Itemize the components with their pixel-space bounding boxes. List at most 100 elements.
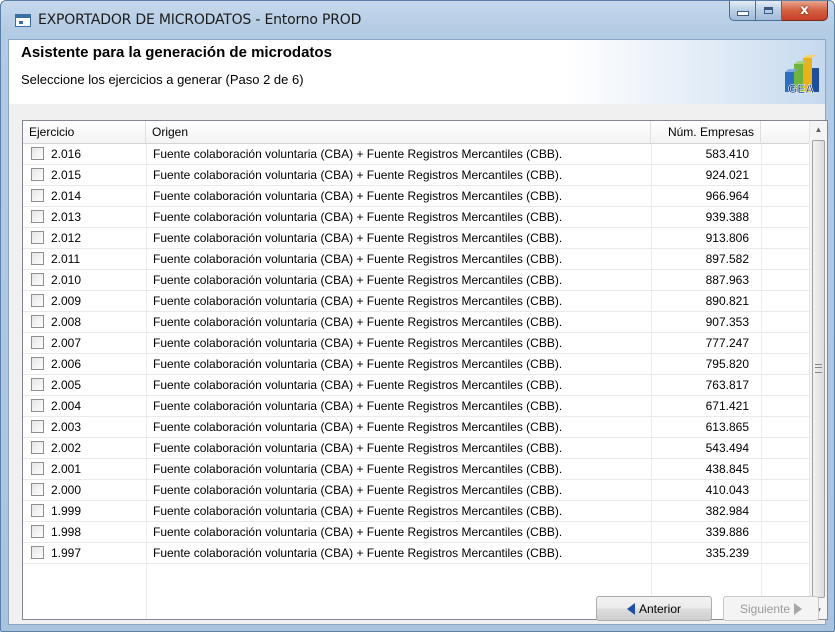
column-header-num-empresas[interactable]: Núm. Empresas bbox=[651, 121, 761, 143]
row-origin: Fuente colaboración voluntaria (CBA) + F… bbox=[153, 420, 563, 434]
vertical-scrollbar[interactable]: ▲ ▼ bbox=[809, 121, 827, 619]
row-year: 2.016 bbox=[51, 147, 82, 161]
row-origin: Fuente colaboración voluntaria (CBA) + F… bbox=[153, 546, 563, 560]
row-origin: Fuente colaboración voluntaria (CBA) + F… bbox=[153, 483, 563, 497]
row-checkbox[interactable] bbox=[31, 168, 44, 181]
row-year: 2.012 bbox=[51, 231, 82, 245]
anterior-button[interactable]: Anterior bbox=[596, 596, 712, 621]
scroll-up-arrow-icon[interactable]: ▲ bbox=[810, 121, 827, 138]
table-row[interactable]: 2.010 Fuente colaboración voluntaria (CBA… bbox=[23, 270, 810, 291]
row-year: 2.006 bbox=[51, 357, 82, 371]
row-origin: Fuente colaboración voluntaria (CBA) + F… bbox=[153, 189, 563, 203]
row-checkbox[interactable] bbox=[31, 441, 44, 454]
wizard-body: Asistente para la generación de microdat… bbox=[8, 39, 828, 625]
table-row[interactable]: 1.998 Fuente colaboración voluntaria (CBA… bbox=[23, 522, 810, 543]
window-title: EXPORTADOR DE MICRODATOS - Entorno PROD bbox=[38, 12, 362, 28]
row-year: 2.007 bbox=[51, 336, 82, 350]
table-row[interactable]: 2.013 Fuente colaboración voluntaria (CBA… bbox=[23, 207, 810, 228]
title-bar[interactable]: EXPORTADOR DE MICRODATOS - Entorno PROD … bbox=[1, 1, 834, 39]
minimize-button[interactable] bbox=[729, 1, 756, 21]
row-checkbox[interactable] bbox=[31, 357, 44, 370]
row-checkbox[interactable] bbox=[31, 294, 44, 307]
table-row[interactable]: 2.007 Fuente colaboración voluntaria (CBA… bbox=[23, 333, 810, 354]
row-year: 2.005 bbox=[51, 378, 82, 392]
gea-logo: GEA bbox=[785, 55, 819, 96]
row-checkbox[interactable] bbox=[31, 525, 44, 538]
row-origin: Fuente colaboración voluntaria (CBA) + F… bbox=[153, 252, 563, 266]
row-year: 1.997 bbox=[51, 546, 82, 560]
row-checkbox[interactable] bbox=[31, 231, 44, 244]
row-company-count: 613.865 bbox=[705, 420, 749, 434]
row-company-count: 438.845 bbox=[705, 462, 749, 476]
row-checkbox[interactable] bbox=[31, 189, 44, 202]
row-checkbox[interactable] bbox=[31, 273, 44, 286]
table-row[interactable]: 2.002 Fuente colaboración voluntaria (CBA… bbox=[23, 438, 810, 459]
row-company-count: 382.984 bbox=[705, 504, 749, 518]
table-row[interactable]: 2.015 Fuente colaboración voluntaria (CBA… bbox=[23, 165, 810, 186]
row-checkbox[interactable] bbox=[31, 210, 44, 223]
row-checkbox[interactable] bbox=[31, 315, 44, 328]
table-row[interactable]: 2.000 Fuente colaboración voluntaria (CBA… bbox=[23, 480, 810, 501]
row-year: 2.014 bbox=[51, 189, 82, 203]
arrow-left-icon bbox=[626, 602, 635, 615]
row-origin: Fuente colaboración voluntaria (CBA) + F… bbox=[153, 357, 563, 371]
gea-logo-text: GEA bbox=[788, 82, 814, 96]
row-year: 2.000 bbox=[51, 483, 82, 497]
table-header: Ejercicio Origen Núm. Empresas bbox=[23, 121, 810, 144]
wizard-header: Asistente para la generación de microdat… bbox=[9, 40, 825, 104]
table-row[interactable]: 2.005 Fuente colaboración voluntaria (CBA… bbox=[23, 375, 810, 396]
row-company-count: 890.821 bbox=[705, 294, 749, 308]
table-row[interactable]: 2.016 Fuente colaboración voluntaria (CBA… bbox=[23, 144, 810, 165]
table-row[interactable]: 2.004 Fuente colaboración voluntaria (CBA… bbox=[23, 396, 810, 417]
row-year: 2.008 bbox=[51, 315, 82, 329]
row-year: 2.009 bbox=[51, 294, 82, 308]
siguiente-button[interactable]: Siguiente bbox=[723, 596, 819, 621]
table-row[interactable]: 2.009 Fuente colaboración voluntaria (CBA… bbox=[23, 291, 810, 312]
row-checkbox[interactable] bbox=[31, 252, 44, 265]
row-checkbox[interactable] bbox=[31, 336, 44, 349]
table-row[interactable]: 1.997 Fuente colaboración voluntaria (CBA… bbox=[23, 543, 810, 564]
wizard-step-subtitle: Seleccione los ejercicios a generar (Pas… bbox=[21, 72, 304, 87]
close-button[interactable]: x bbox=[782, 1, 828, 21]
table-row[interactable]: 1.999 Fuente colaboración voluntaria (CBA… bbox=[23, 501, 810, 522]
table-row[interactable]: 2.011 Fuente colaboración voluntaria (CBA… bbox=[23, 249, 810, 270]
table-row[interactable]: 2.003 Fuente colaboración voluntaria (CBA… bbox=[23, 417, 810, 438]
wizard-title: Asistente para la generación de microdat… bbox=[21, 44, 332, 61]
row-year: 2.001 bbox=[51, 462, 82, 476]
row-checkbox[interactable] bbox=[31, 420, 44, 433]
row-year: 2.002 bbox=[51, 441, 82, 455]
row-checkbox[interactable] bbox=[31, 399, 44, 412]
table-row[interactable]: 2.014 Fuente colaboración voluntaria (CBA… bbox=[23, 186, 810, 207]
row-origin: Fuente colaboración voluntaria (CBA) + F… bbox=[153, 378, 563, 392]
exercises-table[interactable]: Ejercicio Origen Núm. Empresas 2.016 Fuen… bbox=[22, 120, 828, 620]
table-row[interactable]: 2.008 Fuente colaboración voluntaria (CBA… bbox=[23, 312, 810, 333]
row-company-count: 777.247 bbox=[705, 336, 749, 350]
row-checkbox[interactable] bbox=[31, 462, 44, 475]
maximize-icon bbox=[764, 7, 773, 14]
close-icon: x bbox=[800, 3, 809, 18]
table-row[interactable]: 2.001 Fuente colaboración voluntaria (CBA… bbox=[23, 459, 810, 480]
row-checkbox[interactable] bbox=[31, 483, 44, 496]
row-company-count: 339.886 bbox=[705, 525, 749, 539]
row-origin: Fuente colaboración voluntaria (CBA) + F… bbox=[153, 273, 563, 287]
row-checkbox[interactable] bbox=[31, 378, 44, 391]
row-year: 2.010 bbox=[51, 273, 82, 287]
row-company-count: 939.388 bbox=[705, 210, 749, 224]
row-checkbox[interactable] bbox=[31, 147, 44, 160]
window-icon[interactable] bbox=[15, 14, 31, 27]
row-checkbox[interactable] bbox=[31, 546, 44, 559]
column-header-origen[interactable]: Origen bbox=[146, 121, 651, 143]
row-year: 2.011 bbox=[51, 252, 81, 266]
row-year: 2.004 bbox=[51, 399, 82, 413]
row-origin: Fuente colaboración voluntaria (CBA) + F… bbox=[153, 147, 563, 161]
scrollbar-grip-icon bbox=[815, 364, 822, 373]
row-company-count: 795.820 bbox=[705, 357, 749, 371]
scrollbar-thumb[interactable] bbox=[812, 140, 825, 598]
row-checkbox[interactable] bbox=[31, 504, 44, 517]
column-header-ejercicio[interactable]: Ejercicio bbox=[23, 121, 146, 143]
table-row[interactable]: 2.006 Fuente colaboración voluntaria (CBA… bbox=[23, 354, 810, 375]
row-company-count: 887.963 bbox=[705, 273, 749, 287]
maximize-button[interactable] bbox=[756, 1, 782, 21]
table-row[interactable]: 2.012 Fuente colaboración voluntaria (CBA… bbox=[23, 228, 810, 249]
row-origin: Fuente colaboración voluntaria (CBA) + F… bbox=[153, 462, 563, 476]
